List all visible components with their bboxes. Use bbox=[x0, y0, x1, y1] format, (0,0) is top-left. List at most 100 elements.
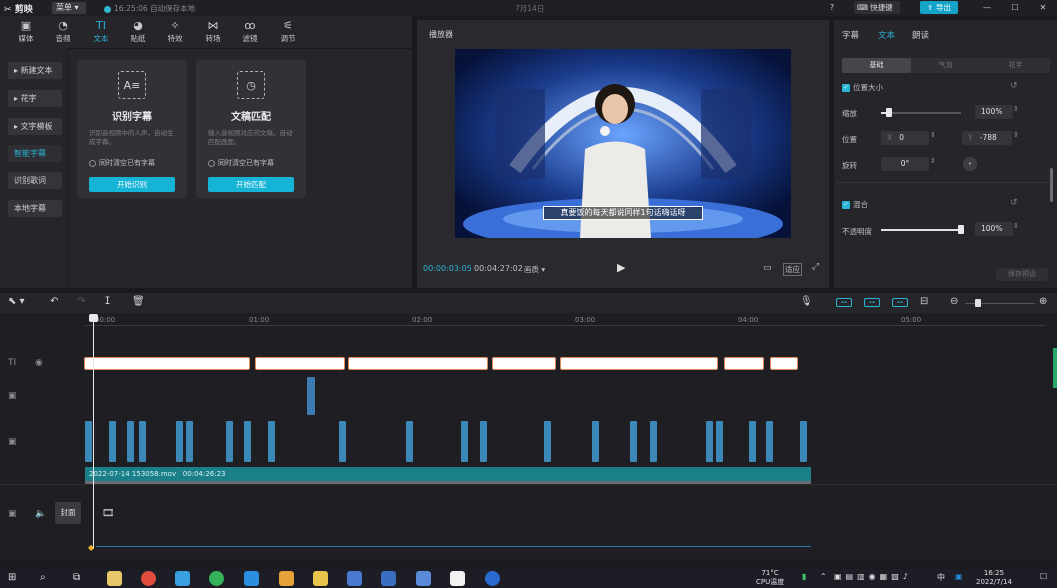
nav-local-subtitle[interactable]: 本地字幕 bbox=[8, 200, 62, 217]
rotate-stepper-icon[interactable]: ⇕ bbox=[930, 157, 936, 165]
app-icon[interactable] bbox=[485, 571, 500, 586]
clear-existing-checkbox[interactable]: 同时清空已有字幕 bbox=[208, 158, 274, 168]
y-stepper-icon[interactable]: ⇕ bbox=[1013, 131, 1019, 139]
nav-text-template[interactable]: ▸ 文字模板 bbox=[8, 118, 62, 135]
nav-new-text[interactable]: ▸ 新建文本 bbox=[8, 62, 62, 79]
file-app-icon[interactable] bbox=[107, 571, 122, 586]
overlay-clip[interactable] bbox=[650, 421, 657, 462]
clock[interactable]: 16:25 2022/7/14 bbox=[976, 569, 1012, 587]
position-size-toggle[interactable]: ✓ 位置大小 bbox=[842, 82, 883, 93]
tool-media[interactable]: ▣ 媒体 bbox=[9, 19, 43, 44]
tool-audio[interactable]: ◔ 音频 bbox=[46, 19, 80, 44]
project-title[interactable]: 7月14日 bbox=[515, 3, 544, 14]
timeline-scroll-indicator[interactable] bbox=[1053, 348, 1057, 388]
snap-icon[interactable]: ⊶ bbox=[864, 298, 880, 307]
notification-icon[interactable]: ☐ bbox=[1040, 572, 1047, 581]
overlay-clip[interactable] bbox=[176, 421, 183, 462]
opacity-slider[interactable] bbox=[881, 229, 961, 231]
video-preview[interactable]: 真要饭的每天都说同样1句话嗨话呀 bbox=[455, 49, 791, 238]
record-mic-icon[interactable]: 🎙 bbox=[800, 296, 813, 307]
overlay-clip[interactable] bbox=[339, 421, 346, 462]
text-clip[interactable] bbox=[770, 357, 798, 370]
tab-subtitle[interactable]: 字幕 bbox=[842, 29, 859, 41]
maximize-icon[interactable]: ☐ bbox=[1009, 2, 1021, 14]
text-clip[interactable] bbox=[724, 357, 764, 370]
app-icon[interactable] bbox=[416, 571, 431, 586]
task-view-icon[interactable]: ⧉ bbox=[73, 572, 80, 583]
linkage-icon[interactable]: ⊷ bbox=[892, 298, 908, 307]
select-tool-icon[interactable]: ⬉ ▾ bbox=[8, 296, 25, 307]
minimize-icon[interactable]: — bbox=[981, 2, 993, 14]
fullscreen-icon[interactable]: ⤢ bbox=[812, 262, 819, 272]
tool-filter[interactable]: ꝏ 滤镜 bbox=[233, 19, 267, 44]
tool-text[interactable]: TI 文本 bbox=[84, 19, 118, 44]
position-y-input[interactable]: Y -788 bbox=[962, 131, 1012, 145]
nav-lyrics[interactable]: 识别歌词 bbox=[8, 172, 62, 189]
overlay-clip[interactable] bbox=[127, 421, 134, 462]
timeline[interactable] bbox=[0, 313, 1057, 560]
rotate-input[interactable]: 0° bbox=[881, 157, 929, 171]
visibility-eye-icon[interactable]: ◉ bbox=[35, 358, 43, 368]
reset-icon[interactable]: ↺ bbox=[1010, 81, 1018, 91]
playhead-handle[interactable] bbox=[89, 314, 98, 322]
preview-axis-icon[interactable]: ⊟ bbox=[920, 296, 928, 307]
main-track-magnet-icon[interactable]: ⊷ bbox=[836, 298, 852, 307]
tab-tts[interactable]: 朗读 bbox=[912, 29, 929, 41]
film-icon[interactable]: 🎞 bbox=[102, 508, 115, 519]
mute-audio-icon[interactable]: 🔈 bbox=[35, 509, 46, 519]
app-tray-icon[interactable]: ▣ bbox=[955, 572, 963, 581]
overlay-clip[interactable] bbox=[406, 421, 413, 462]
nav-smart-subtitle[interactable]: 智能字幕 bbox=[8, 145, 62, 162]
clear-existing-checkbox[interactable]: 同时清空已有字幕 bbox=[89, 158, 155, 168]
text-clip[interactable] bbox=[255, 357, 345, 370]
close-icon[interactable]: ✕ bbox=[1037, 2, 1049, 14]
sticker-clip[interactable] bbox=[307, 377, 315, 415]
blend-toggle[interactable]: ✓ 混合 bbox=[842, 199, 868, 210]
overlay-clip[interactable] bbox=[226, 421, 233, 462]
zoom-out-icon[interactable]: ⊖ bbox=[950, 296, 958, 307]
start-recognize-button[interactable]: 开始识别 bbox=[89, 177, 175, 192]
shortcut-button[interactable]: ⌨ 快捷键 bbox=[854, 1, 900, 14]
chevron-up-icon[interactable]: ⌃ bbox=[820, 572, 827, 581]
cover-button[interactable]: 封面 bbox=[55, 502, 81, 524]
capcut-taskbar-icon[interactable] bbox=[450, 571, 465, 586]
tool-effects[interactable]: ✧ 特效 bbox=[158, 19, 192, 44]
overlay-clip[interactable] bbox=[109, 421, 116, 462]
tab-text[interactable]: 文本 bbox=[878, 29, 895, 41]
zoom-knob[interactable] bbox=[975, 299, 981, 307]
quality-dropdown[interactable]: 画质 ▾ bbox=[524, 264, 545, 275]
text-clip[interactable] bbox=[84, 357, 250, 370]
help-icon[interactable]: ? bbox=[826, 2, 838, 14]
scale-stepper-icon[interactable]: ⇕ bbox=[1013, 105, 1019, 113]
app-icon[interactable] bbox=[279, 571, 294, 586]
opacity-knob[interactable] bbox=[958, 225, 964, 234]
tool-transition[interactable]: ⋈ 转场 bbox=[196, 19, 230, 44]
app-icon[interactable] bbox=[347, 571, 362, 586]
ime-indicator[interactable]: 中 bbox=[937, 572, 945, 583]
start-match-button[interactable]: 开始匹配 bbox=[208, 177, 294, 192]
delete-icon[interactable]: 🗑 bbox=[132, 296, 145, 307]
folder-icon[interactable] bbox=[313, 571, 328, 586]
position-x-input[interactable]: X 0 bbox=[881, 131, 929, 145]
text-clip[interactable] bbox=[348, 357, 488, 370]
scale-knob[interactable] bbox=[886, 108, 892, 117]
x-stepper-icon[interactable]: ⇕ bbox=[930, 131, 936, 139]
text-clip[interactable] bbox=[492, 357, 556, 370]
reset-icon[interactable]: ↺ bbox=[1010, 198, 1018, 208]
overlay-clip[interactable] bbox=[766, 421, 773, 462]
redo-icon[interactable]: ↷ bbox=[77, 296, 85, 307]
overlay-clip[interactable] bbox=[461, 421, 468, 462]
split-icon[interactable]: ⵊ bbox=[105, 296, 110, 307]
overlay-clip[interactable] bbox=[592, 421, 599, 462]
scale-slider[interactable] bbox=[881, 112, 961, 114]
app-icon[interactable] bbox=[175, 571, 190, 586]
overlay-clip[interactable] bbox=[544, 421, 551, 462]
overlay-clip[interactable] bbox=[716, 421, 723, 462]
tray-icons[interactable]: ▣▤▥◉▦▧♪ bbox=[834, 572, 912, 581]
text-clip[interactable] bbox=[560, 357, 718, 370]
play-icon[interactable]: ▶ bbox=[617, 261, 625, 274]
overlay-clip[interactable] bbox=[480, 421, 487, 462]
overlay-clip[interactable] bbox=[244, 421, 251, 462]
segment-bubble[interactable]: 气泡 bbox=[911, 58, 980, 73]
inspector-scrollbar[interactable] bbox=[1050, 168, 1053, 202]
